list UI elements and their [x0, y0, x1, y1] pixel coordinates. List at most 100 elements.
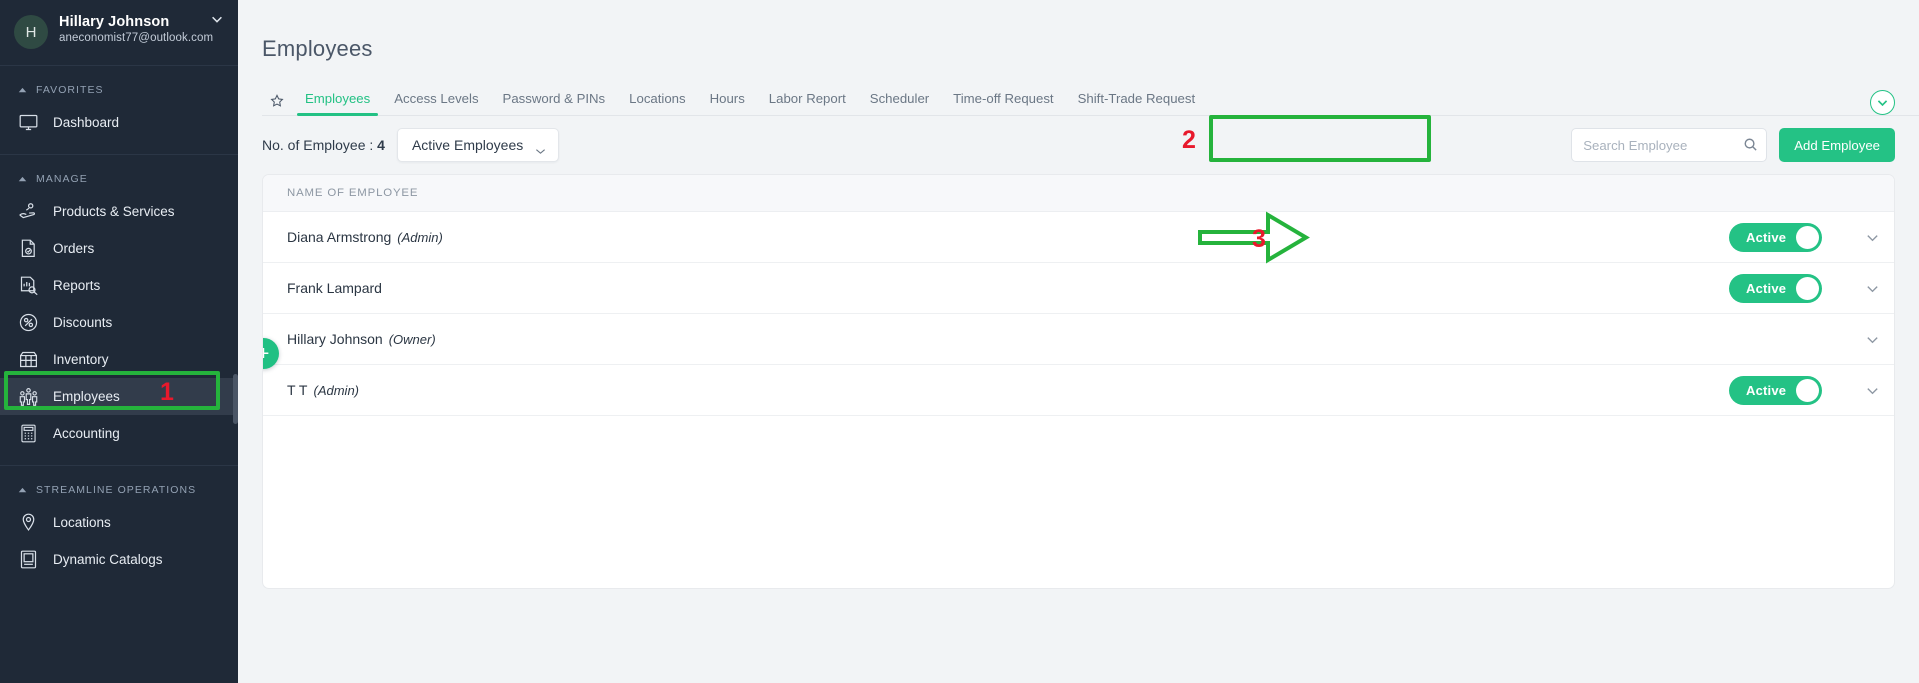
sidebar-item-label: Dynamic Catalogs	[53, 552, 163, 567]
inventory-box-icon	[18, 349, 39, 370]
employee-count-value: 4	[377, 137, 385, 153]
status-badge: Active	[1746, 281, 1787, 296]
table-row[interactable]: Frank Lampard Active	[263, 263, 1894, 314]
employee-status-filter-select[interactable]: Active Employees	[396, 128, 560, 162]
tab-access-levels[interactable]: Access Levels	[382, 91, 490, 115]
filter-toolbar: No. of Employee : 4 Active Employees Add	[262, 116, 1895, 174]
table-body: Diana Armstrong (Admin) Active Frank Lampar…	[263, 212, 1894, 416]
employee-status-filter-value: Active Employees	[411, 137, 524, 153]
tab-scheduler[interactable]: Scheduler	[858, 91, 941, 115]
tab-hours[interactable]: Hours	[698, 91, 757, 115]
page-title: Employees	[262, 36, 373, 61]
caret-up-icon	[18, 176, 27, 182]
row-actions: Active	[1729, 365, 1894, 416]
orders-icon	[18, 238, 39, 259]
expand-row-chevron-icon[interactable]	[1850, 281, 1894, 296]
catalog-icon	[18, 549, 39, 570]
toggle-knob	[1796, 277, 1819, 300]
tab-labor-report[interactable]: Labor Report	[757, 91, 858, 115]
expand-row-chevron-icon[interactable]	[1850, 332, 1894, 347]
table-row[interactable]: T T (Admin) Active	[263, 365, 1894, 416]
toggle-knob	[1796, 226, 1819, 249]
location-pin-icon	[18, 512, 39, 533]
caret-up-icon	[18, 487, 27, 493]
chevron-down-icon[interactable]	[210, 12, 224, 26]
employee-name: Hillary Johnson	[287, 331, 383, 347]
search-wrapper	[1571, 128, 1768, 162]
chevron-down-icon	[535, 142, 546, 154]
tab-locations[interactable]: Locations	[617, 91, 697, 115]
caret-up-icon	[18, 87, 27, 93]
sidebar-section-header[interactable]: FAVORITES	[0, 80, 238, 104]
table-row[interactable]: Diana Armstrong (Admin) Active	[263, 212, 1894, 263]
tab-time-off-request[interactable]: Time-off Request	[941, 91, 1065, 115]
sidebar-item-label: Reports	[53, 278, 101, 293]
search-icon[interactable]	[1743, 137, 1758, 152]
row-actions: Active	[1729, 263, 1894, 314]
table-column-header: NAME OF EMPLOYEE	[263, 175, 1894, 212]
sidebar-item-label: Discounts	[53, 315, 113, 330]
tab-shift-trade-request[interactable]: Shift-Trade Request	[1066, 91, 1208, 115]
sidebar-item-label: Inventory	[53, 352, 109, 367]
employee-count: No. of Employee : 4	[262, 137, 385, 153]
sidebar-section-label: MANAGE	[36, 173, 88, 185]
table-row[interactable]: Hillary Johnson (Owner)	[263, 314, 1894, 365]
monitor-icon	[18, 112, 39, 133]
status-toggle[interactable]: Active	[1729, 376, 1822, 405]
toggle-knob	[1796, 379, 1819, 402]
sidebar-item-dashboard[interactable]: Dashboard	[0, 104, 238, 141]
employee-table: + NAME OF EMPLOYEE Diana Armstrong(Admin…	[262, 174, 1895, 589]
sidebar-section-header[interactable]: MANAGE	[0, 169, 238, 193]
status-badge: Active	[1746, 383, 1787, 398]
sidebar-item-label: Locations	[53, 515, 111, 530]
collapse-toggle-button[interactable]	[1870, 90, 1895, 115]
employees-people-icon	[18, 386, 39, 407]
toolbar-right: Add Employee	[1571, 116, 1895, 174]
sidebar-item-employees[interactable]: Employees	[0, 378, 238, 415]
favorite-star-icon[interactable]	[270, 94, 284, 108]
main-content: Employees Employees Access Levels Password…	[238, 0, 1919, 683]
employee-name: Frank Lampard	[287, 280, 382, 296]
sidebar-nav: FAVORITES Dashboard MANAGE Products & Servi…	[0, 66, 238, 578]
expand-row-chevron-icon[interactable]	[1850, 383, 1894, 398]
app-root: H Hillary Johnson aneconomist77@outlook.…	[0, 0, 1919, 683]
sidebar-item-label: Accounting	[53, 426, 120, 441]
sidebar-section-label: FAVORITES	[36, 84, 104, 96]
employee-role: (Admin)	[397, 229, 443, 245]
sidebar: H Hillary Johnson aneconomist77@outlook.…	[0, 0, 238, 683]
avatar: H	[14, 15, 48, 49]
reports-icon	[18, 275, 39, 296]
add-employee-button[interactable]: Add Employee	[1779, 128, 1895, 162]
sidebar-item-accounting[interactable]: Accounting	[0, 415, 238, 452]
status-toggle[interactable]: Active	[1729, 223, 1822, 252]
tab-password-pins[interactable]: Password & PINs	[491, 91, 618, 115]
sidebar-section-header[interactable]: STREAMLINE OPERATIONS	[0, 480, 238, 504]
sidebar-item-orders[interactable]: Orders	[0, 230, 238, 267]
user-email: aneconomist77@outlook.com	[59, 32, 214, 44]
search-input[interactable]	[1571, 128, 1768, 162]
sidebar-item-label: Products & Services	[53, 204, 175, 219]
discount-percent-icon	[18, 312, 39, 333]
tab-employees[interactable]: Employees	[293, 91, 382, 116]
sidebar-item-discounts[interactable]: Discounts	[0, 304, 238, 341]
user-name: Hillary Johnson	[59, 14, 170, 30]
status-badge: Active	[1746, 230, 1787, 245]
employee-name: Diana Armstrong	[287, 229, 392, 245]
sidebar-item-locations[interactable]: Locations	[0, 504, 238, 541]
sidebar-item-products-services[interactable]: Products & Services	[0, 193, 238, 230]
employee-count-label: No. of Employee :	[262, 137, 378, 153]
sidebar-item-inventory[interactable]: Inventory	[0, 341, 238, 378]
sidebar-section-manage: MANAGE Products & Services Orders Reports Di…	[0, 155, 238, 452]
products-icon	[18, 201, 39, 222]
sidebar-section-favorites: FAVORITES Dashboard	[0, 66, 238, 141]
sidebar-item-dynamic-catalogs[interactable]: Dynamic Catalogs	[0, 541, 238, 578]
sidebar-item-label: Dashboard	[53, 115, 120, 130]
row-actions	[1850, 314, 1894, 365]
expand-row-chevron-icon[interactable]	[1850, 230, 1894, 245]
user-profile-block[interactable]: H Hillary Johnson aneconomist77@outlook.…	[0, 0, 238, 66]
sidebar-section-streamline-operations: STREAMLINE OPERATIONS Locations Dynamic Ca…	[0, 466, 238, 578]
row-actions: Active	[1729, 212, 1894, 263]
employee-role: (Admin)	[313, 382, 360, 398]
status-toggle[interactable]: Active	[1729, 274, 1822, 303]
sidebar-item-reports[interactable]: Reports	[0, 267, 238, 304]
